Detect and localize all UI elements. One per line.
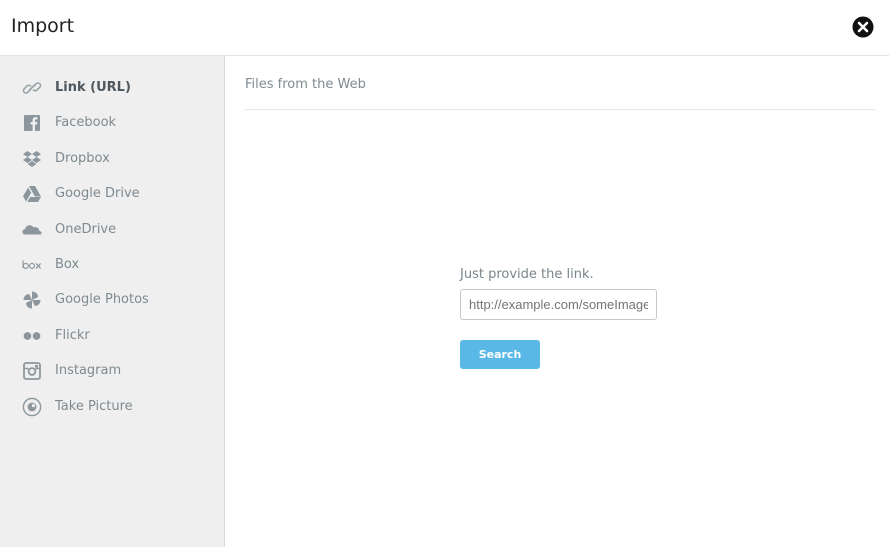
sidebar-item-label: Dropbox bbox=[55, 151, 110, 166]
google-photos-icon bbox=[22, 291, 42, 309]
sidebar-item-label: Box bbox=[55, 257, 80, 272]
link-icon bbox=[22, 79, 42, 97]
sidebar-item-link-url[interactable]: Link (URL) bbox=[0, 73, 224, 103]
google-drive-icon bbox=[22, 185, 42, 203]
sidebar-item-label: Google Drive bbox=[55, 186, 140, 201]
sidebar-item-label: Take Picture bbox=[55, 399, 133, 414]
dropbox-icon bbox=[22, 150, 42, 168]
close-icon[interactable] bbox=[852, 16, 874, 38]
flickr-icon bbox=[22, 327, 42, 345]
sidebar-item-box[interactable]: Box bbox=[0, 250, 224, 280]
instagram-icon bbox=[22, 362, 42, 380]
sidebar-item-label: Google Photos bbox=[55, 292, 149, 307]
main-panel: Files from the Web Just provide the link… bbox=[225, 56, 889, 547]
sidebar-item-google-drive[interactable]: Google Drive bbox=[0, 179, 224, 209]
sidebar: Link (URL) Facebook Dropbox Google Drive… bbox=[0, 56, 225, 547]
sidebar-item-google-photos[interactable]: Google Photos bbox=[0, 285, 224, 315]
search-button[interactable]: Search bbox=[460, 340, 540, 369]
facebook-icon bbox=[22, 114, 42, 132]
sidebar-item-take-picture[interactable]: Take Picture bbox=[0, 392, 224, 422]
sidebar-item-instagram[interactable]: Instagram bbox=[0, 356, 224, 386]
url-input[interactable] bbox=[460, 289, 657, 320]
box-icon bbox=[22, 256, 42, 274]
sidebar-item-onedrive[interactable]: OneDrive bbox=[0, 215, 224, 245]
sidebar-item-label: Instagram bbox=[55, 363, 122, 378]
camera-icon bbox=[22, 397, 42, 417]
link-prompt: Just provide the link. bbox=[460, 267, 594, 282]
sidebar-item-label: OneDrive bbox=[55, 222, 117, 237]
sidebar-item-dropbox[interactable]: Dropbox bbox=[0, 144, 224, 174]
section-title: Files from the Web bbox=[245, 77, 366, 92]
dialog-header: Import bbox=[0, 0, 889, 56]
onedrive-icon bbox=[22, 221, 42, 239]
sidebar-item-label: Link (URL) bbox=[55, 80, 131, 95]
sidebar-item-label: Facebook bbox=[55, 115, 117, 130]
sidebar-item-facebook[interactable]: Facebook bbox=[0, 108, 224, 138]
sidebar-item-label: Flickr bbox=[55, 328, 90, 343]
sidebar-item-flickr[interactable]: Flickr bbox=[0, 321, 224, 351]
section-divider bbox=[245, 109, 875, 110]
dialog-title: Import bbox=[11, 15, 75, 37]
